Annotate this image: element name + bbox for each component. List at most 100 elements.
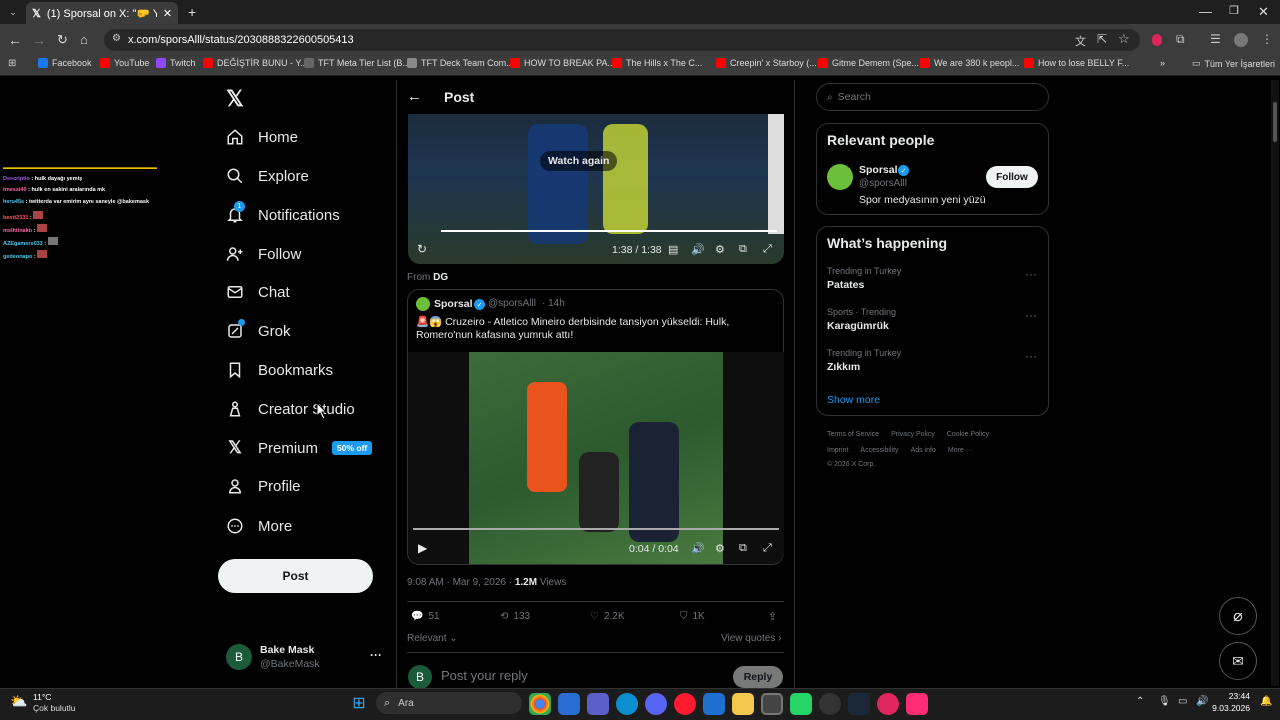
file-explorer-icon[interactable] — [732, 693, 754, 715]
fullscreen-icon[interactable]: ⤢ — [763, 542, 772, 555]
forward-icon[interactable]: → — [32, 32, 46, 48]
steam-icon[interactable] — [848, 693, 870, 715]
grok-fab-icon[interactable]: ⌀ — [1219, 597, 1257, 635]
post-button[interactable]: Post — [218, 559, 373, 593]
scrollbar[interactable] — [1271, 80, 1279, 686]
mail-app-icon[interactable] — [703, 693, 725, 715]
watch-again-button[interactable]: Watch again — [540, 151, 618, 171]
search-input[interactable]: ⌕ Search — [816, 83, 1049, 111]
bookmark-11[interactable]: How to lose BELLY F... — [1024, 58, 1129, 68]
sidebar-item-premium[interactable]: 𝕏 Premium 50% off — [226, 432, 373, 464]
reply-button[interactable]: Reply — [733, 666, 783, 688]
sidebar-item-more[interactable]: More — [226, 510, 292, 542]
tab-list-icon[interactable]: ⌄ — [6, 5, 20, 19]
clock-date[interactable]: 9.03.2026 — [1208, 703, 1250, 713]
youtube-app-icon[interactable] — [877, 693, 899, 715]
store-icon[interactable] — [558, 693, 580, 715]
bookmark-6[interactable]: HOW TO BREAK PA... — [510, 58, 615, 68]
discord-icon[interactable] — [645, 693, 667, 715]
trend-item[interactable]: Trending in Turkey Zıkkım — [827, 348, 901, 373]
new-tab-icon[interactable]: + — [188, 4, 196, 20]
footer-link[interactable]: Imprint — [827, 447, 848, 454]
edge-icon[interactable] — [616, 693, 638, 715]
sidebar-item-profile[interactable]: Profile — [226, 470, 301, 502]
back-arrow-icon[interactable]: ← — [407, 88, 422, 105]
menu-icon[interactable]: ⋮ — [1261, 32, 1273, 46]
sidebar-item-chat[interactable]: Chat — [226, 276, 290, 308]
reply-action[interactable]: 💬 51 — [411, 611, 440, 622]
teams-icon[interactable] — [587, 693, 609, 715]
footer-link[interactable]: Cookie Policy — [947, 431, 989, 438]
bookmark-1[interactable]: YouTube — [100, 58, 149, 68]
follow-button[interactable]: Follow — [986, 166, 1038, 188]
bookmark-3[interactable]: DEĞİŞTİR BUNU - Y... — [203, 58, 308, 68]
bookmark-2[interactable]: Twitch — [156, 58, 196, 68]
share-icon[interactable]: ⇪ — [768, 610, 777, 623]
close-tab-icon[interactable]: ✕ — [163, 7, 172, 20]
star-icon[interactable]: ☆ — [1118, 31, 1130, 47]
extensions-puzzle-icon[interactable]: ⧉ — [1176, 32, 1185, 47]
reload-icon[interactable]: ↻ — [57, 32, 68, 48]
bookmark-8[interactable]: Creepin' x Starboy (... — [716, 58, 817, 68]
media-icon[interactable]: ☰ — [1210, 32, 1221, 46]
video-progress[interactable] — [441, 230, 777, 232]
messages-fab-icon[interactable]: ✉ — [1219, 642, 1257, 680]
minimize-icon[interactable]: — — [1199, 4, 1212, 19]
browser-tab[interactable]: 𝕏 (1) Sporsal on X: "🤛 YUMRUK ✕ — [26, 2, 178, 24]
notification-tray-icon[interactable]: 🔔 — [1260, 696, 1272, 707]
captions-icon[interactable]: ▤ — [668, 243, 678, 256]
from-source-link[interactable]: DG — [433, 272, 448, 283]
weather-icon[interactable]: ⛅ — [10, 693, 27, 710]
trend-more-icon[interactable]: ··· — [1025, 349, 1037, 363]
show-more-link[interactable]: Show more — [827, 394, 880, 406]
chrome-active-icon[interactable] — [761, 693, 783, 715]
avatar[interactable] — [416, 297, 430, 311]
tiktok-icon[interactable] — [906, 693, 928, 715]
apps-icon[interactable]: ⊞ — [8, 58, 16, 69]
volume-icon[interactable]: 🔊 — [691, 243, 705, 256]
video-progress[interactable] — [413, 528, 779, 530]
bookmark-7[interactable]: The Hills x The C... — [612, 58, 702, 68]
relevant-sort[interactable]: Relevant ⌄ — [407, 633, 458, 644]
popout-icon[interactable]: ⧉ — [739, 243, 747, 256]
settings-icon[interactable]: ⚙ — [715, 243, 725, 256]
replay-icon[interactable]: ↻ — [417, 242, 427, 256]
reply-input[interactable]: Post your reply — [441, 668, 528, 683]
sidebar-item-home[interactable]: Home — [226, 121, 298, 153]
fullscreen-icon[interactable]: ⤢ — [763, 243, 772, 256]
bookmark-9[interactable]: Gitme Demem (Spe... — [818, 58, 919, 68]
view-quotes-link[interactable]: View quotes › — [721, 633, 781, 644]
all-bookmarks[interactable]: ▭ Tüm Yer İşaretleri — [1192, 58, 1275, 69]
tray-chevron-icon[interactable]: ⌃ — [1136, 696, 1144, 707]
footer-link[interactable]: Accessibility — [860, 447, 898, 454]
microphone-icon[interactable]: 🎙 — [1158, 696, 1171, 707]
extension-icon[interactable] — [1152, 34, 1162, 46]
trend-item[interactable]: Sports · Trending Karagümrük — [827, 307, 896, 332]
sidebar-item-creator-studio[interactable]: Creator Studio — [226, 393, 355, 425]
taskbar-search[interactable]: ⌕ Ara — [376, 692, 522, 714]
close-window-icon[interactable]: ✕ — [1258, 4, 1269, 20]
video-player[interactable]: Watch again ↻ 1:38 / 1:38 ▤ 🔊 ⚙ ⧉ ⤢ — [408, 114, 784, 264]
opera-icon[interactable] — [674, 693, 696, 715]
more-bookmarks-icon[interactable]: » — [1160, 58, 1165, 68]
settings-icon[interactable]: ⚙ — [715, 542, 725, 555]
volume-tray-icon[interactable]: 🔊 — [1196, 696, 1208, 707]
whatsapp-icon[interactable] — [790, 693, 812, 715]
account-more-icon[interactable]: ··· — [370, 648, 382, 662]
footer-link[interactable]: Terms of Service — [827, 431, 879, 438]
trend-more-icon[interactable]: ··· — [1025, 308, 1037, 322]
site-info-icon[interactable]: ⚙ — [112, 33, 121, 44]
footer-link[interactable]: Ads info — [911, 447, 936, 454]
start-icon[interactable]: ⊞ — [350, 694, 368, 712]
bookmark-0[interactable]: Facebook — [38, 58, 92, 68]
bookmark-10[interactable]: We are 380 k peopl... — [920, 58, 1019, 68]
address-bar[interactable]: ⚙ x.com/sporsAlll/status/203088832260050… — [104, 29, 1140, 51]
network-icon[interactable]: ▭ — [1178, 696, 1187, 707]
person-name[interactable]: Sporsal — [859, 164, 898, 176]
scrollbar-thumb[interactable] — [1273, 102, 1277, 142]
home-browser-icon[interactable]: ⌂ — [80, 32, 88, 47]
bookmark-action[interactable]: ⛉ 1K — [680, 611, 705, 622]
bookmark-5[interactable]: TFT Deck Team Com... — [407, 58, 514, 68]
chrome-icon[interactable] — [529, 693, 551, 715]
install-icon[interactable]: ⇱ — [1097, 32, 1107, 46]
